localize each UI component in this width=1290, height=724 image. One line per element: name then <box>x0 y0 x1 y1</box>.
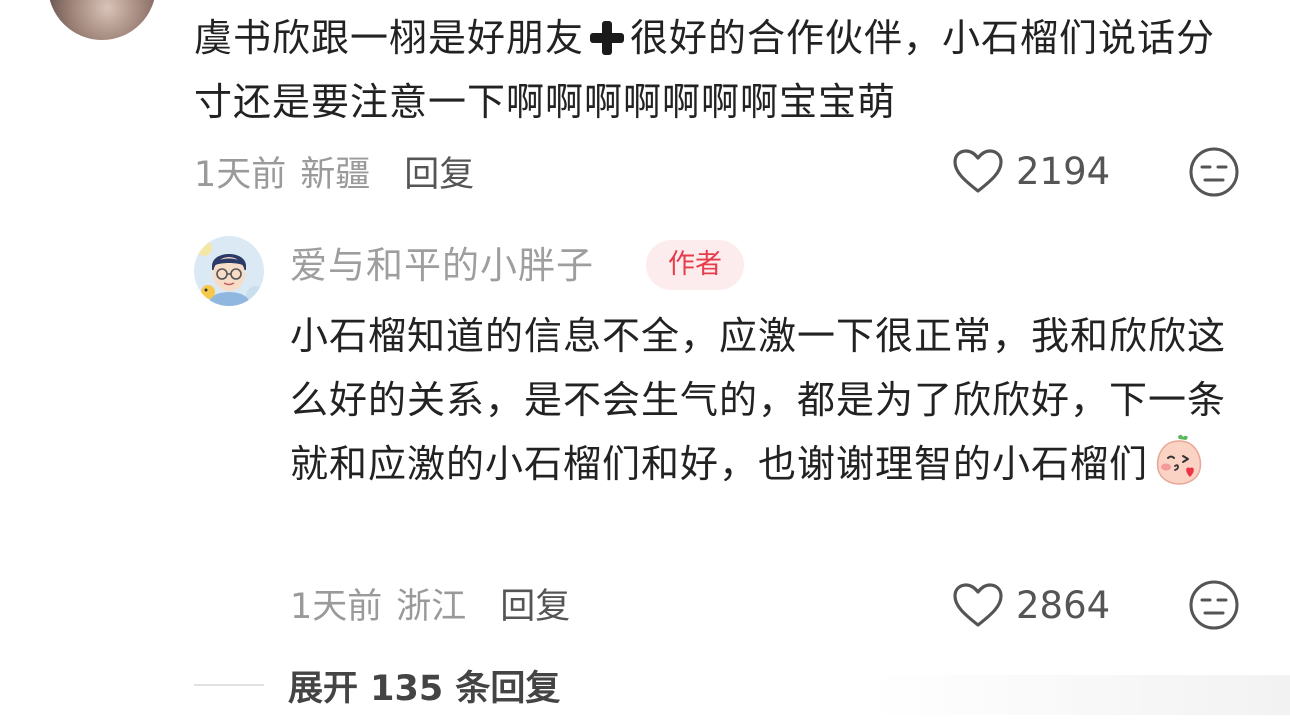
heart-outline-icon[interactable] <box>952 582 1004 628</box>
heart-outline-icon[interactable] <box>952 148 1004 194</box>
author-avatar[interactable] <box>194 236 264 306</box>
reply-time: 1天前 <box>290 586 383 627</box>
comment-text: 虞书欣跟一栩是好朋友 很好的合作伙伴，小石榴们说话分寸还是要注意一下啊啊啊啊啊啊啊… <box>194 6 1254 134</box>
plus-emoji-icon <box>590 21 625 55</box>
comment-location: 新疆 <box>300 154 371 195</box>
commenter-avatar[interactable] <box>48 0 156 40</box>
reply-text: 小石榴知道的信息不全，应激一下很正常，我和欣欣这么好的关系，是不会生气的，都是为… <box>290 304 1250 496</box>
neutral-face-icon[interactable] <box>1188 579 1240 631</box>
comment-meta: 1天前 新疆 回复 <box>194 146 474 196</box>
reply-meta: 1天前 浙江 回复 <box>290 578 570 628</box>
reply-text-body: 小石榴知道的信息不全，应激一下很正常，我和欣欣这么好的关系，是不会生气的，都是为… <box>290 314 1227 486</box>
reply-location: 浙江 <box>396 586 467 627</box>
author-badge: 作者 <box>646 240 744 290</box>
reply-reply-button[interactable]: 回复 <box>500 578 570 629</box>
comment-like-count: 2194 <box>1016 149 1111 193</box>
comment-text-part1: 虞书欣跟一栩是好朋友 <box>194 16 585 60</box>
expand-replies-button[interactable]: 展开 135 条回复 <box>288 660 560 711</box>
comment-reply-button[interactable]: 回复 <box>404 146 474 197</box>
peach-kiss-emoji-icon <box>1156 434 1202 485</box>
neutral-face-icon[interactable] <box>1188 146 1240 198</box>
reply-like-button[interactable]: 2864 <box>952 580 1110 630</box>
author-name[interactable]: 爱与和平的小胖子 <box>290 240 594 292</box>
comment-like-button[interactable]: 2194 <box>952 146 1110 196</box>
expand-divider <box>194 684 264 686</box>
comment-time: 1天前 <box>194 154 287 195</box>
reply-like-count: 2864 <box>1016 583 1111 627</box>
bottom-fade <box>870 675 1290 715</box>
expand-replies-row[interactable]: 展开 135 条回复 <box>194 660 560 710</box>
